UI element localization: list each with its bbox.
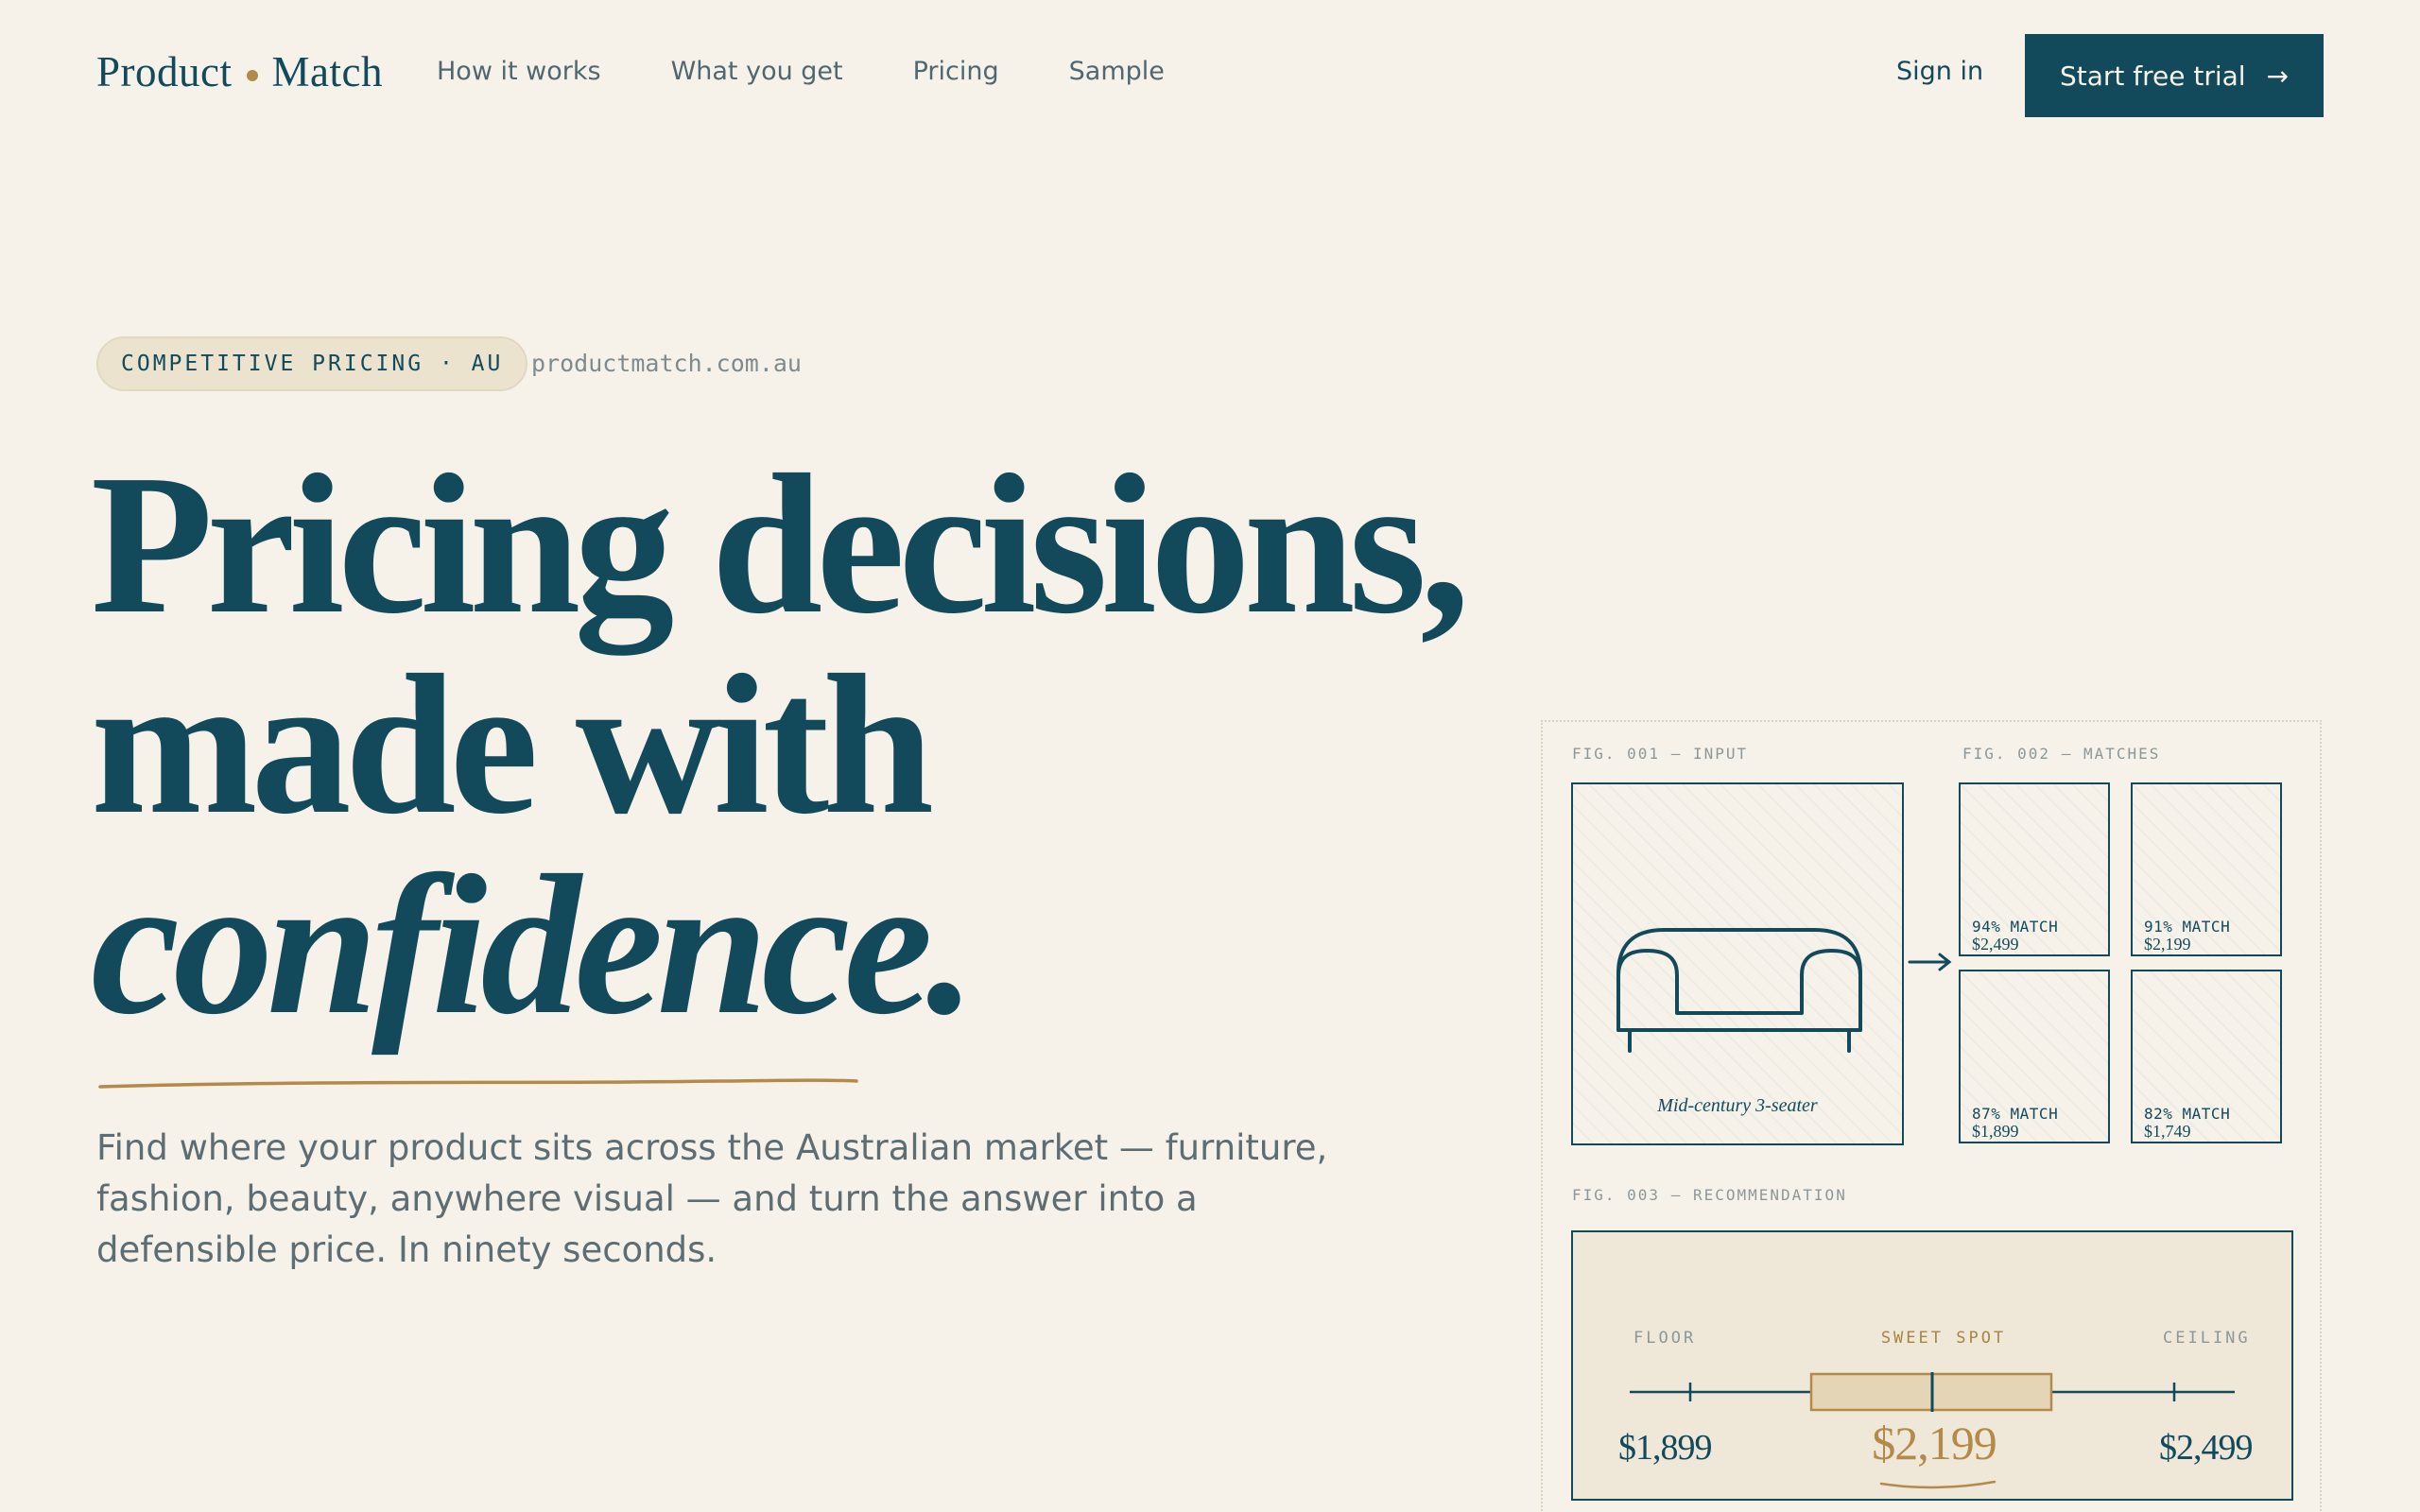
match-card: 87% MATCH $1,899 [1959, 970, 2110, 1143]
hero-headline: Pricing decisions, made with confidence. [91, 433, 1470, 1056]
cta-label: Start free trial [2059, 60, 2246, 92]
arrow-right-icon [1908, 953, 1952, 971]
sweet-spot-underline-decoration [1879, 1480, 1996, 1489]
nav-links: How it works What you get Pricing Sample [437, 57, 1165, 86]
recommendation-card: FLOOR SWEET SPOT CEILING $1,899 $2,199 $… [1571, 1230, 2293, 1501]
match-price: $2,499 [1972, 935, 2019, 954]
logo-text-product: Product [96, 48, 233, 95]
nav-link-sample[interactable]: Sample [1069, 57, 1165, 86]
nav-link-pricing[interactable]: Pricing [913, 57, 999, 86]
input-product-card: Mid-century 3-seater [1571, 782, 1904, 1145]
ceiling-label: CEILING [2163, 1329, 2251, 1348]
logo-dot-icon [246, 70, 258, 81]
nav-link-how-it-works[interactable]: How it works [437, 57, 601, 86]
fig-input-label: FIG. 001 — INPUT [1572, 745, 1749, 763]
input-caption: Mid-century 3-seater [1657, 1095, 1818, 1116]
nav-link-what-you-get[interactable]: What you get [671, 57, 843, 86]
headline-line-1: Pricing decisions, [91, 433, 1470, 655]
headline-line-3: confidence. [91, 833, 977, 1056]
sign-in-link[interactable]: Sign in [1896, 57, 1983, 86]
fig-matches-label: FIG. 002 — MATCHES [1962, 745, 2161, 763]
match-card: 82% MATCH $1,749 [2131, 970, 2282, 1143]
sofa-icon [1616, 928, 1862, 1053]
match-percent: 82% MATCH [2144, 1105, 2231, 1123]
headline-line-2: made with [91, 633, 934, 855]
category-badge: COMPETITIVE PRICING · AU [96, 336, 528, 391]
sweet-spot-label: SWEET SPOT [1880, 1329, 2007, 1348]
match-price: $1,899 [1972, 1122, 2019, 1141]
logo[interactable]: Product Match [96, 47, 383, 96]
match-price: $2,199 [2144, 935, 2191, 954]
logo-text-match: Match [271, 48, 383, 95]
top-nav: Product Match How it works What you get … [0, 0, 2420, 151]
match-price: $1,749 [2144, 1122, 2191, 1141]
price-range-bar [1630, 1372, 2235, 1412]
ceiling-price: $2,499 [2159, 1428, 2253, 1468]
domain-text: productmatch.com.au [531, 350, 802, 377]
match-percent: 87% MATCH [1972, 1105, 2059, 1123]
headline-underline-decoration [98, 1078, 858, 1089]
fig-recommendation-label: FIG. 003 — RECOMMENDATION [1572, 1186, 1847, 1204]
floor-label: FLOOR [1634, 1329, 1697, 1348]
match-percent: 91% MATCH [2144, 918, 2231, 936]
arrow-right-icon: → [2266, 60, 2290, 92]
match-card: 94% MATCH $2,499 [1959, 782, 2110, 956]
match-card: 91% MATCH $2,199 [2131, 782, 2282, 956]
hero-subcopy: Find where your product sits across the … [96, 1127, 1328, 1270]
match-percent: 94% MATCH [1972, 918, 2059, 936]
start-free-trial-button[interactable]: Start free trial → [2025, 34, 2324, 117]
